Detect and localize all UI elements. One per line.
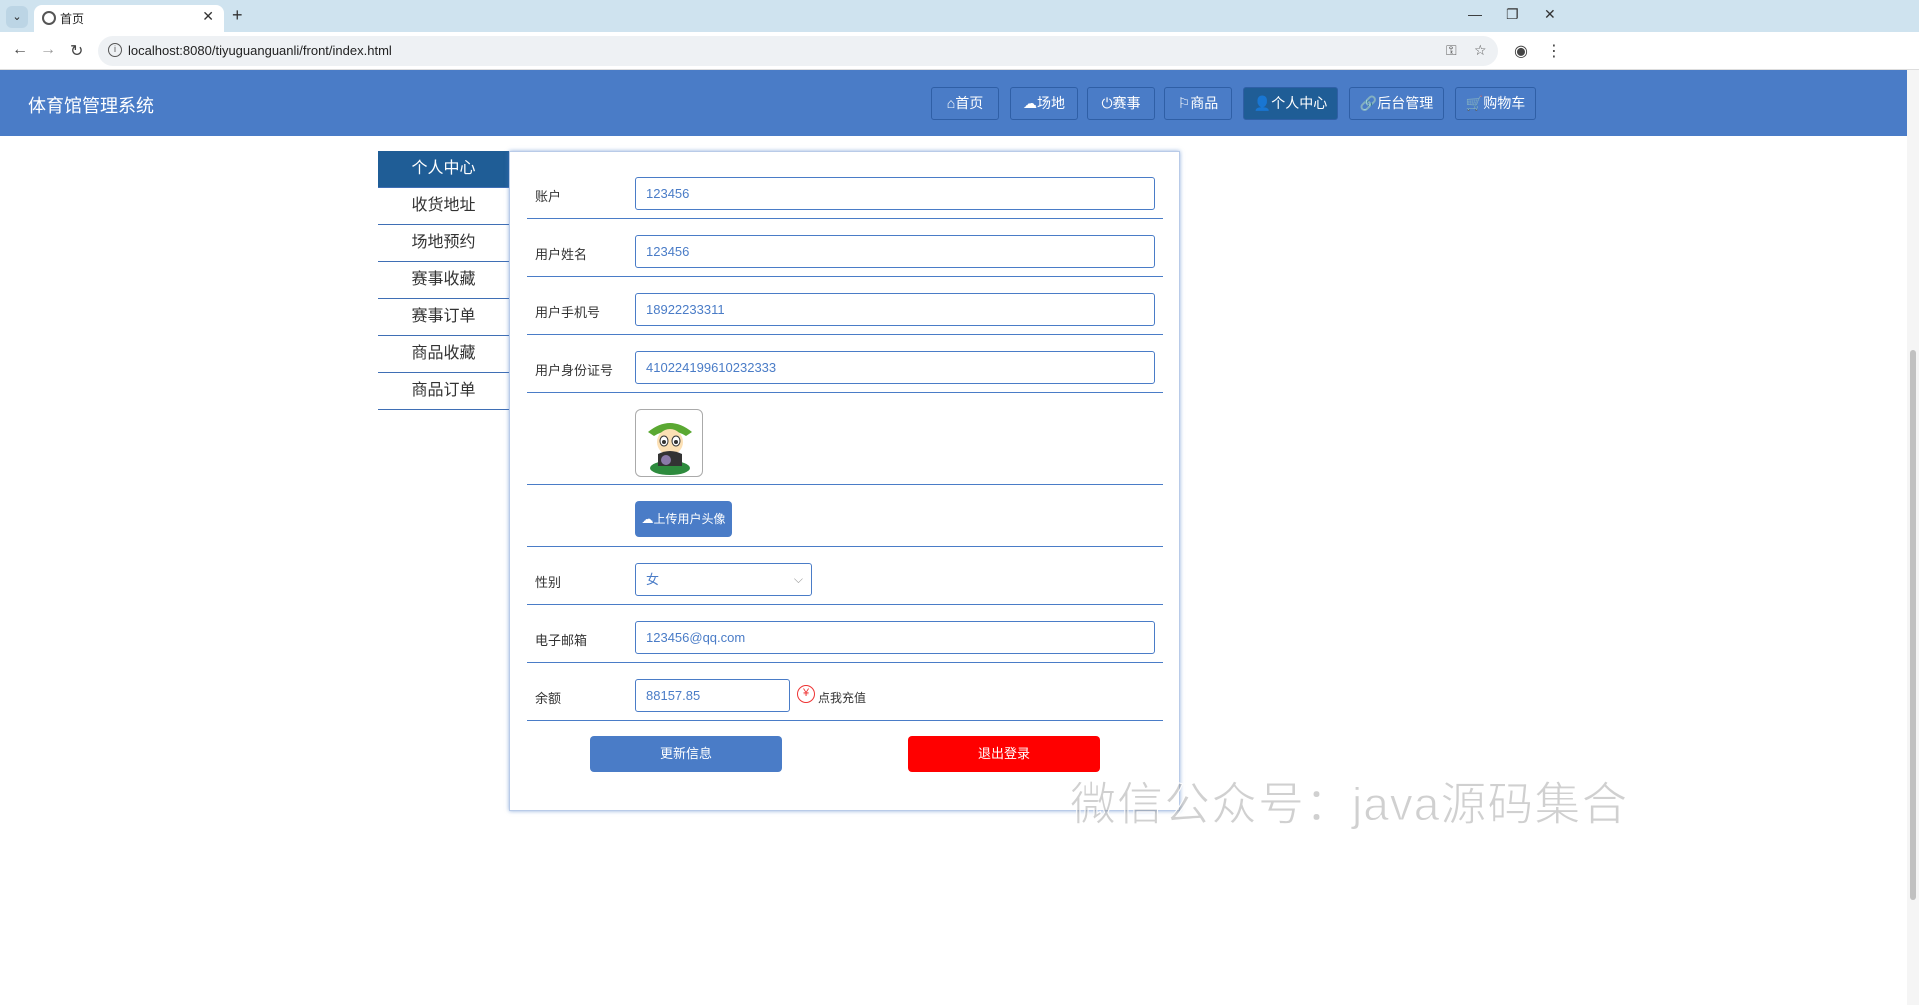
name-input[interactable]: 123456 (635, 235, 1155, 268)
idcard-label: 用户身份证号 (535, 363, 614, 378)
idcard-input[interactable]: 410224199610232333 (635, 351, 1155, 384)
watermark-text: 微信公众号：java源码集合 (1069, 778, 1629, 831)
menu-icon[interactable]: ⋮ (1546, 41, 1562, 61)
sidebar-item-goods-orders[interactable]: 商品订单 (378, 373, 509, 410)
chevron-down-icon: ⌵ (793, 572, 803, 586)
phone-row: 用户手机号 18922233311 (527, 277, 1163, 335)
balance-input[interactable]: 88157.85 (635, 679, 790, 712)
account-input[interactable]: 123456 (635, 177, 1155, 210)
yen-icon[interactable]: ¥ (797, 685, 815, 703)
account-row: 账户 123456 (527, 169, 1163, 219)
url-text: localhost:8080/tiyuguanguanli/front/inde… (128, 43, 392, 58)
sidebar-item-event-favorites[interactable]: 赛事收藏 (378, 262, 509, 299)
url-field[interactable]: i localhost:8080/tiyuguanguanli/front/in… (98, 36, 1498, 66)
upload-row: ☁上传用户头像 (527, 485, 1163, 547)
scrollbar-thumb[interactable] (1910, 350, 1916, 900)
restore-icon[interactable]: ❐ (1506, 6, 1519, 23)
sidebar-item-personal-center[interactable]: 个人中心 (378, 151, 509, 188)
nav-admin[interactable]: 🔗后台管理 (1349, 87, 1444, 120)
sidebar-item-address[interactable]: 收货地址 (378, 188, 509, 225)
sidebar-item-event-orders[interactable]: 赛事订单 (378, 299, 509, 336)
phone-label: 用户手机号 (535, 305, 601, 320)
recharge-link[interactable]: 点我充值 (818, 689, 866, 706)
name-row: 用户姓名 123456 (527, 219, 1163, 277)
logout-button[interactable]: 退出登录 (908, 736, 1100, 772)
email-input[interactable]: 123456@qq.com (635, 621, 1155, 654)
key-icon[interactable]: ⚿ (1446, 42, 1457, 59)
nav-personal-center[interactable]: 👤个人中心 (1243, 87, 1338, 120)
scrollbar[interactable] (1907, 70, 1919, 1005)
balance-row: 余额 88157.85 ¥ 点我充值 (527, 663, 1163, 721)
forward-icon[interactable]: → (40, 41, 56, 59)
nav-event[interactable]: ⏻赛事 (1087, 87, 1155, 120)
sidebar-item-venue-booking[interactable]: 场地预约 (378, 225, 509, 262)
close-icon[interactable]: ✕ (202, 8, 214, 25)
browser-tab-strip: ⌄ 首页 ✕ + — ❐ ✕ (0, 0, 1919, 32)
site-title: 体育馆管理系统 (28, 96, 154, 116)
back-icon[interactable]: ← (12, 41, 28, 59)
tab-title: 首页 (60, 12, 85, 26)
tab-search-icon[interactable]: ⌄ (6, 6, 28, 28)
new-tab-icon[interactable]: + (232, 5, 243, 26)
avatar (635, 409, 703, 477)
balance-label: 余额 (535, 691, 562, 706)
idcard-row: 用户身份证号 410224199610232333 (527, 335, 1163, 393)
site-header: 体育馆管理系统 ⌂首页 ☁场地 ⏻赛事 ⚐商品 👤个人中心 🔗后台管理 🛒购物车 (0, 70, 1907, 136)
globe-icon (42, 11, 56, 25)
avatar-row (527, 393, 1163, 485)
sidebar: 个人中心 收货地址 场地预约 赛事收藏 赛事订单 商品收藏 商品订单 (378, 151, 509, 410)
phone-input[interactable]: 18922233311 (635, 293, 1155, 326)
address-bar: ← → ↻ i localhost:8080/tiyuguanguanli/fr… (0, 32, 1919, 70)
window-close-icon[interactable]: ✕ (1544, 6, 1556, 23)
gender-row: 性别 女 ⌵ (527, 547, 1163, 605)
name-label: 用户姓名 (535, 247, 588, 262)
account-label: 账户 (535, 189, 562, 204)
update-info-button[interactable]: 更新信息 (590, 736, 782, 772)
site-info-icon[interactable]: i (108, 43, 122, 57)
cloud-upload-icon: ☁ (641, 512, 654, 526)
minimize-icon[interactable]: — (1468, 6, 1482, 22)
profile-form: 账户 123456 用户姓名 123456 用户手机号 18922233311 … (509, 151, 1180, 811)
gender-select[interactable]: 女 ⌵ (635, 563, 812, 596)
nav-home[interactable]: ⌂首页 (931, 87, 999, 120)
browser-tab[interactable]: 首页 ✕ (34, 5, 224, 32)
star-icon[interactable]: ☆ (1474, 42, 1487, 59)
sidebar-item-goods-favorites[interactable]: 商品收藏 (378, 336, 509, 373)
upload-avatar-button[interactable]: ☁上传用户头像 (635, 501, 732, 537)
email-row: 电子邮箱 123456@qq.com (527, 605, 1163, 663)
profile-icon[interactable]: ◉ (1514, 41, 1528, 61)
nav-cart[interactable]: 🛒购物车 (1455, 87, 1536, 120)
nav-goods[interactable]: ⚐商品 (1164, 87, 1232, 120)
gender-label: 性别 (535, 575, 562, 590)
email-label: 电子邮箱 (535, 633, 588, 648)
nav-venue[interactable]: ☁场地 (1010, 87, 1078, 120)
reload-icon[interactable]: ↻ (70, 41, 83, 61)
